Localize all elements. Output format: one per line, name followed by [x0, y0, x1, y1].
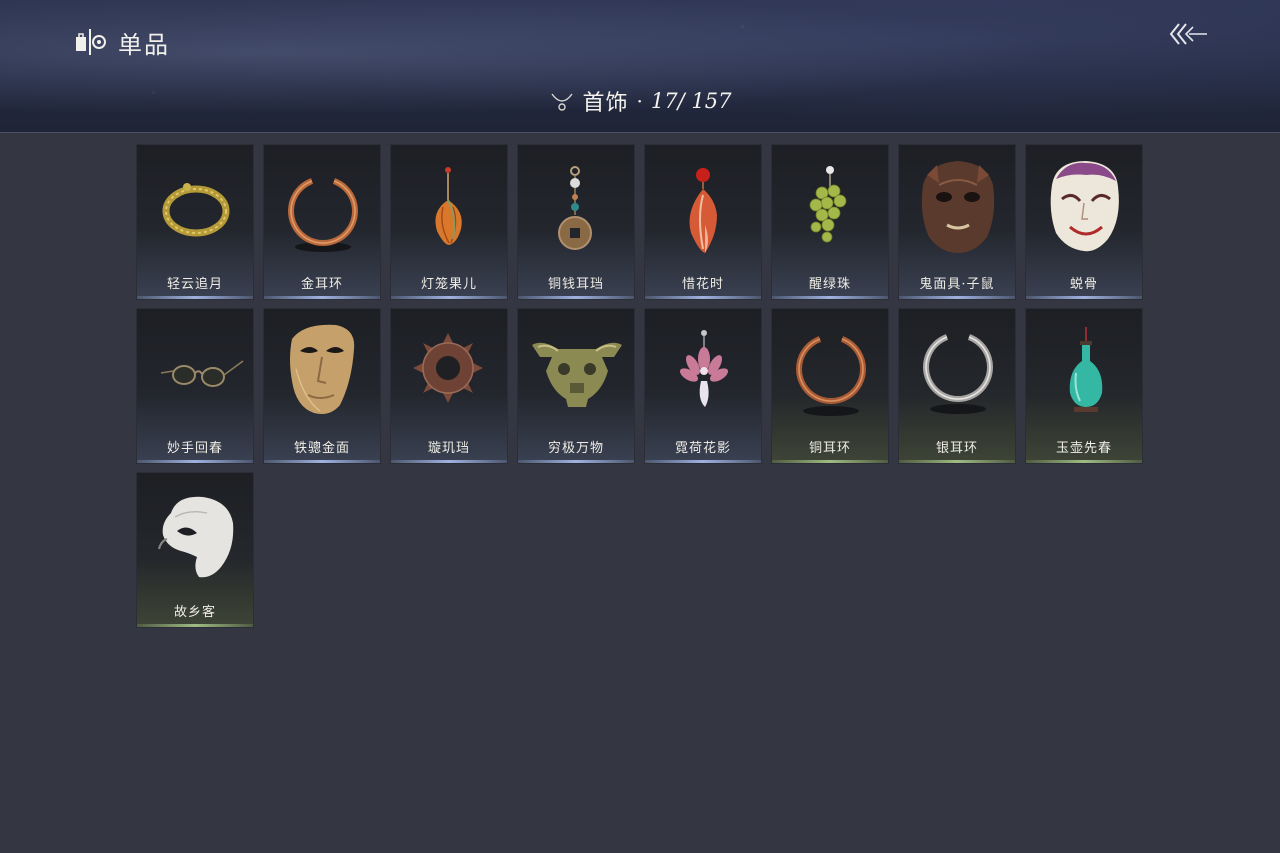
item-card[interactable]: 璇玑珰 — [390, 308, 508, 464]
item-name: 铁骢金面 — [293, 441, 350, 456]
item-card[interactable]: 银耳环 — [898, 308, 1016, 464]
category-name: 首饰 — [582, 91, 629, 116]
back-button[interactable] — [1166, 18, 1210, 50]
item-name: 故乡客 — [173, 605, 216, 620]
item-name: 蜕骨 — [1069, 277, 1098, 292]
item-card[interactable]: 金耳环 — [263, 144, 381, 300]
petal-earring-icon — [689, 168, 717, 253]
item-name: 璇玑珰 — [427, 441, 470, 456]
item-name: 铜钱耳珰 — [547, 277, 604, 292]
item-name: 玉壶先春 — [1055, 441, 1112, 456]
item-name: 妙手回春 — [166, 441, 223, 456]
item-name: 醒绿珠 — [808, 277, 851, 292]
item-card[interactable]: 灯笼果儿 — [390, 144, 508, 300]
collection-count: 17/ 157 — [650, 89, 732, 113]
item-card[interactable]: 轻云追月 — [136, 144, 254, 300]
item-card[interactable]: 铜钱耳珰 — [517, 144, 635, 300]
item-card[interactable]: 铜耳环 — [771, 308, 889, 464]
item-name: 霓荷花影 — [674, 441, 731, 456]
item-card[interactable]: 醒绿珠 — [771, 144, 889, 300]
gold-bracelet-icon — [162, 183, 230, 237]
white-mask-icon — [158, 496, 234, 578]
copper-ring-icon — [288, 178, 358, 252]
item-card[interactable]: 玉壶先春 — [1025, 308, 1143, 464]
item-name: 金耳环 — [300, 277, 343, 292]
lotus-earring-icon — [679, 330, 729, 407]
item-card[interactable]: 铁骢金面 — [263, 308, 381, 464]
item-name: 穷极万物 — [547, 441, 604, 456]
item-card[interactable]: 蜕骨 — [1025, 144, 1143, 300]
gear-ring-icon — [413, 333, 483, 403]
item-grid: 轻云追月 金耳环 灯笼果儿 铜钱耳珰 惜花时 醒绿珠 鬼面具·子鼠 蜕骨 妙手回… — [136, 144, 1143, 628]
round-glasses-icon — [160, 360, 244, 387]
item-name: 轻云追月 — [166, 277, 223, 292]
lantern-fruit-earring-icon — [435, 167, 462, 245]
item-name: 鬼面具·子鼠 — [919, 277, 995, 292]
coin-earring-icon — [558, 166, 592, 250]
item-card[interactable]: 故乡客 — [136, 472, 254, 628]
gold-half-mask-icon — [290, 324, 355, 414]
jade-vase-icon — [1069, 327, 1103, 412]
item-card[interactable]: 惜花时 — [644, 144, 762, 300]
copper-ring-icon — [796, 336, 866, 416]
page-title: 单品 — [118, 30, 170, 59]
necklace-icon — [550, 93, 573, 111]
item-card[interactable]: 霓荷花影 — [644, 308, 762, 464]
bronze-mask-icon — [532, 342, 622, 407]
item-card[interactable]: 鬼面具·子鼠 — [898, 144, 1016, 300]
category-separator: · — [636, 89, 643, 113]
rat-mask-icon — [921, 161, 995, 253]
grape-earring-icon — [809, 166, 847, 243]
back-arrow-icon — [1169, 23, 1207, 45]
page-brand: 单品 — [74, 24, 170, 60]
item-name: 铜耳环 — [808, 441, 851, 456]
opera-mask-icon — [1050, 161, 1119, 252]
item-name: 惜花时 — [681, 277, 724, 292]
item-card[interactable]: 妙手回春 — [136, 308, 254, 464]
item-card[interactable]: 穷极万物 — [517, 308, 635, 464]
category-heading: 首饰 · 17/ 157 — [0, 84, 1280, 118]
silver-ring-icon — [923, 334, 993, 414]
item-name: 银耳环 — [935, 441, 978, 456]
item-name: 灯笼果儿 — [420, 277, 477, 292]
top-header: 单品 首饰 · 17/ 157 — [0, 0, 1280, 133]
item-catalog-icon — [76, 29, 106, 55]
